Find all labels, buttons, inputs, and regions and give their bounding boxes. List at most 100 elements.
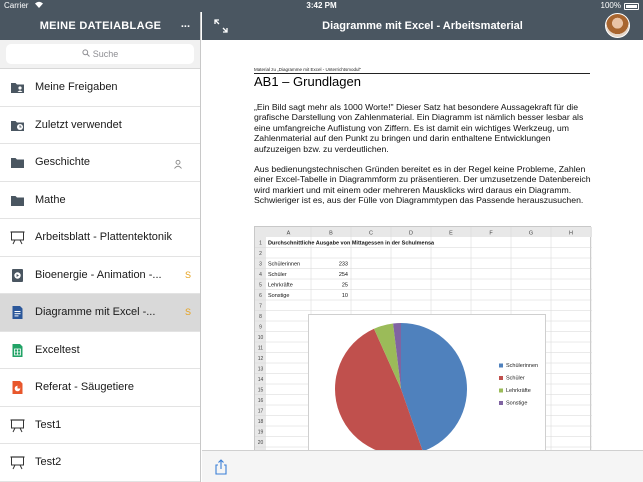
- row-header: 1: [259, 241, 262, 247]
- sidebar-item-geschichte[interactable]: Geschichte: [0, 144, 200, 182]
- cell-value: 25: [342, 283, 348, 289]
- document-paragraph-2: Aus bedienungstechnischen Gründen bereit…: [254, 164, 591, 206]
- sidebar-item-referat-saeugetiere[interactable]: Referat - Säugetiere: [0, 369, 200, 407]
- row-header: 18: [258, 419, 264, 425]
- battery-percent: 100%: [600, 1, 621, 10]
- sidebar-item-mathe[interactable]: Mathe: [0, 182, 200, 219]
- sidebar-item-label: Referat - Säugetiere: [35, 381, 135, 393]
- spreadsheet-icon: [10, 343, 25, 358]
- status-bar: Carrier 3:42 PM 100%: [0, 0, 643, 12]
- share-icon[interactable]: [214, 459, 228, 475]
- sidebar-item-label: Mathe: [35, 193, 66, 206]
- search-icon: [82, 44, 90, 64]
- document-heading: AB1 – Grundlagen: [254, 74, 361, 89]
- row-header: 9: [259, 325, 262, 331]
- search-input[interactable]: Suche: [6, 44, 194, 64]
- file-list: Meine Freigaben Zuletzt verwendet Geschi…: [0, 69, 200, 482]
- cell-label: Sonstige: [268, 293, 289, 299]
- row-header: 3: [259, 262, 262, 268]
- video-icon: [10, 268, 25, 283]
- pie-chart-svg: Schülerinnen Schüler Lehrkräfte Sonstige: [335, 323, 538, 450]
- folder-icon: [10, 155, 25, 170]
- presentation-icon: [10, 455, 25, 470]
- row-header: 2: [259, 251, 262, 257]
- legend-swatch: [499, 363, 503, 368]
- shared-person-icon: [173, 156, 183, 169]
- viewer-header: Diagramme mit Excel - Arbeitsmaterial: [202, 12, 643, 40]
- sidebar-item-arbeitsblatt-plattentektonik[interactable]: Arbeitsblatt - Plattentektonik: [0, 219, 200, 257]
- avatar[interactable]: [605, 13, 630, 38]
- search-placeholder: Suche: [92, 49, 119, 59]
- recent-folder-icon: [10, 118, 25, 133]
- document-title: Diagramme mit Excel - Arbeitsmaterial: [322, 20, 523, 32]
- cell-label: Schüler: [268, 272, 287, 278]
- sidebar-item-label: Meine Freigaben: [35, 81, 118, 93]
- sync-badge: S: [184, 269, 191, 280]
- slides-icon: [10, 380, 25, 395]
- row-header: 5: [259, 283, 262, 289]
- legend-label: Schülerinnen: [506, 363, 538, 369]
- sidebar-item-label: Arbeitsblatt - Plattentektonik: [35, 231, 172, 243]
- sidebar-title: MEINE DATEIABLAGE: [39, 20, 162, 32]
- row-header: 16: [258, 398, 264, 404]
- pie-chart: Schülerinnen Schüler Lehrkräfte Sonstige: [308, 314, 546, 450]
- row-header: 14: [258, 377, 264, 383]
- presentation-icon: [10, 230, 25, 245]
- column-header: B: [329, 231, 333, 237]
- row-header: 4: [259, 272, 262, 278]
- sidebar-item-label: Test2: [35, 456, 62, 468]
- cell-value: 233: [339, 262, 348, 268]
- document-paragraph-1: „Ein Bild sagt mehr als 1000 Worte!" Die…: [254, 102, 584, 154]
- document-page: Material zu „Diagramme mit Excel - Unter…: [202, 40, 643, 450]
- sidebar-item-bioenergie-animation[interactable]: Bioenergie - Animation -... S: [0, 257, 200, 294]
- sync-badge: S: [184, 307, 191, 317]
- status-time: 3:42 PM: [306, 1, 337, 10]
- row-header: 15: [258, 388, 264, 394]
- legend-label: Lehrkräfte: [506, 388, 531, 394]
- column-header: G: [529, 231, 533, 237]
- legend-label: Sonstige: [506, 401, 527, 407]
- sidebar-item-meine-freigaben[interactable]: Meine Freigaben: [0, 69, 200, 107]
- sidebar-item-label: Exceltest: [35, 343, 80, 356]
- folder-icon: [10, 193, 25, 208]
- cell-label: Lehrkräfte: [268, 283, 293, 289]
- sidebar: MEINE DATEIABLAGE ... Suche Meine Freiga…: [0, 12, 201, 482]
- row-header: 17: [258, 409, 264, 415]
- presentation-icon: [10, 418, 25, 433]
- row-header: 12: [258, 356, 264, 362]
- sidebar-item-label: Bioenergie - Animation -...: [35, 268, 162, 281]
- row-header: 11: [258, 346, 263, 352]
- document-viewer: Diagramme mit Excel - Arbeitsmaterial Ma…: [202, 12, 643, 482]
- sidebar-item-label: Test1: [35, 418, 62, 431]
- battery-icon: [624, 3, 639, 10]
- column-header: C: [369, 231, 373, 237]
- sidebar-item-diagramme-mit-excel[interactable]: Diagramme mit Excel -... S: [0, 294, 200, 332]
- row-header: 10: [258, 335, 264, 341]
- document-meta: Material zu „Diagramme mit Excel - Unter…: [254, 67, 590, 74]
- sheet-title-cell: Durchschnittliche Ausgabe von Mittagesse…: [268, 241, 435, 247]
- sidebar-item-test2[interactable]: Test2: [0, 444, 200, 482]
- legend-swatch: [499, 376, 503, 380]
- sidebar-header: MEINE DATEIABLAGE ...: [0, 12, 200, 40]
- row-header: 20: [258, 440, 264, 446]
- sidebar-item-zuletzt-verwendet[interactable]: Zuletzt verwendet: [0, 107, 200, 144]
- cell-label: Schülerinnen: [268, 262, 300, 268]
- row-header: 6: [259, 293, 262, 299]
- sidebar-item-exceltest[interactable]: Exceltest: [0, 332, 200, 369]
- search-bar: Suche: [0, 40, 200, 69]
- row-header: 19: [258, 430, 264, 436]
- shared-folder-icon: [10, 80, 25, 95]
- column-header: A: [287, 231, 291, 237]
- cell-value: 254: [339, 272, 348, 278]
- word-document-icon: [10, 305, 25, 320]
- legend-swatch: [499, 401, 503, 405]
- legend-label: Schüler: [506, 376, 525, 382]
- legend-swatch: [499, 388, 503, 393]
- column-header-bar: [255, 227, 592, 237]
- sidebar-item-test1[interactable]: Test1: [0, 407, 200, 444]
- cell-value: 10: [342, 293, 348, 299]
- bottom-toolbar: [202, 450, 643, 482]
- more-button[interactable]: ...: [181, 18, 190, 30]
- row-header: 8: [259, 314, 262, 320]
- spreadsheet-image: ABCDEFGH12345678910111213141516171819202…: [254, 226, 592, 450]
